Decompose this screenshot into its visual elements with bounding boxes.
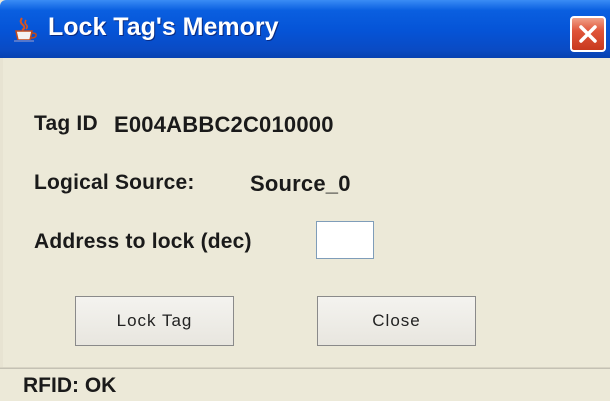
close-button[interactable]: Close <box>317 296 476 346</box>
logical-source-value: Source_0 <box>250 171 351 196</box>
tag-id-value: E004ABBC2C010000 <box>114 112 334 137</box>
logical-source-label: Logical Source: <box>34 171 195 194</box>
title-bar[interactable]: Lock Tag's Memory <box>0 0 610 58</box>
lock-tag-memory-window: Lock Tag's Memory Tag ID E004ABBC2C01000… <box>0 0 610 401</box>
address-to-lock-label: Address to lock (dec) <box>34 230 252 253</box>
address-input[interactable] <box>316 221 374 259</box>
window-title: Lock Tag's Memory <box>48 13 279 41</box>
java-cup-icon <box>10 14 40 44</box>
close-window-button[interactable] <box>570 16 606 52</box>
status-bar: RFID: OK <box>0 368 610 401</box>
status-text: RFID: OK <box>23 374 117 397</box>
lock-tag-button[interactable]: Lock Tag <box>75 296 234 346</box>
tag-id-label: Tag ID <box>34 112 98 135</box>
